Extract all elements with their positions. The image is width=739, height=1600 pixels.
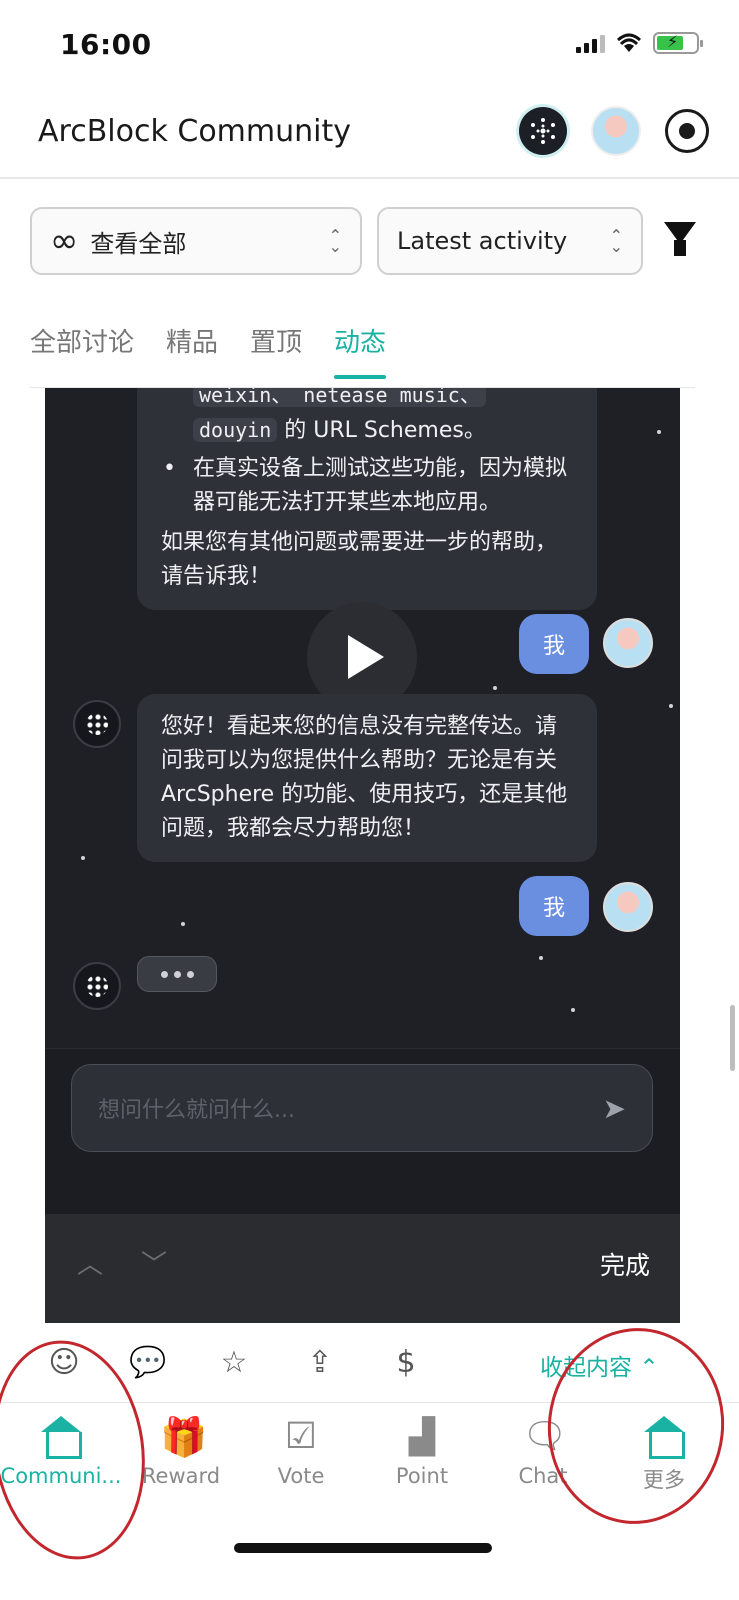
dollar-icon[interactable]: $: [388, 1344, 424, 1380]
infinity-icon: ∞: [50, 221, 79, 261]
header-actions: [519, 106, 709, 156]
chevron-up-icon[interactable]: ︿: [77, 1244, 103, 1281]
filter-icon-stem: [674, 240, 686, 256]
user-message-bubble: 我: [519, 876, 589, 936]
share-icon[interactable]: ⇪: [302, 1344, 338, 1380]
record-button[interactable]: [665, 109, 709, 153]
signal-icon: [576, 33, 605, 53]
nav-label: Point: [395, 1464, 449, 1488]
nav-item-vote[interactable]: ☑ Vote: [240, 1410, 362, 1488]
typing-indicator: [137, 956, 217, 992]
ai-message-bubble: 您好！看起来您的信息没有完整传达。请问我可以为您提供什么帮助？无论是有关 Arc…: [137, 694, 597, 862]
message-text: 的 URL Schemes。: [277, 418, 486, 443]
scope-select-label: 查看全部: [90, 229, 187, 258]
tab-activity[interactable]: 动态: [334, 322, 387, 379]
nav-item-point[interactable]: ▟ Point: [361, 1410, 483, 1488]
message-text: 如果您有其他问题或需要进一步的帮助，请告诉我！: [161, 530, 558, 589]
bullet-item: 在真实设备上测试这些功能，因为模拟器可能无法打开某些本地应用。: [161, 452, 573, 520]
message-line: douyin 的 URL Schemes。: [161, 413, 573, 448]
user-avatar: [603, 618, 653, 668]
nav-label: Vote: [277, 1464, 325, 1488]
user-avatar[interactable]: [591, 106, 641, 156]
chat-input-placeholder: 想问什么就问什么...: [98, 1098, 295, 1123]
header-divider: [0, 177, 739, 179]
user-avatar: [603, 882, 653, 932]
ai-message-bubble: weixin、 netease music、 douyin 的 URL Sche…: [137, 388, 597, 610]
bot-avatar: [73, 962, 121, 1010]
sort-select[interactable]: Latest activity ⌃ ⌄: [377, 207, 643, 275]
star-icon[interactable]: ☆: [216, 1344, 252, 1380]
status-time: 16:00: [60, 28, 152, 61]
vote-icon: ☑: [284, 1416, 318, 1457]
home-indicator: [234, 1543, 492, 1553]
podium-icon: ▟: [408, 1417, 436, 1457]
user-message-bubble: 我: [519, 614, 589, 674]
arcblock-logo-icon[interactable]: [519, 107, 567, 155]
scope-select[interactable]: ∞ 查看全部 ⌃ ⌄: [30, 207, 362, 275]
status-icons: ⚡: [576, 32, 703, 54]
scrollbar[interactable]: [730, 1005, 735, 1071]
tab-pinned[interactable]: 置顶: [250, 322, 302, 379]
chat-input-area: 想问什么就问什么... ➤: [45, 1048, 680, 1216]
nav-label: Reward: [141, 1464, 221, 1488]
sort-chevrons-icon: ⌃ ⌄: [609, 226, 623, 256]
comment-icon[interactable]: 💬: [129, 1344, 166, 1380]
send-icon[interactable]: ➤: [603, 1092, 626, 1125]
code-snippet: douyin: [193, 418, 278, 442]
tab-featured[interactable]: 精品: [166, 322, 218, 379]
sort-select-label: Latest activity: [397, 227, 568, 255]
gift-icon: 🎁: [160, 1415, 208, 1459]
embedded-chat: weixin、 netease music、 douyin 的 URL Sche…: [45, 388, 680, 1323]
wifi-icon: [616, 33, 642, 52]
tab-all-discussions[interactable]: 全部讨论: [30, 322, 134, 379]
chat-input[interactable]: 想问什么就问什么... ➤: [71, 1064, 653, 1152]
message-line: weixin、 netease music、: [161, 388, 573, 413]
battery-icon: ⚡: [653, 32, 703, 54]
chevron-down-icon[interactable]: ﹀: [141, 1244, 167, 1281]
tab-bar: 全部讨论 精品 置顶 动态: [30, 322, 387, 379]
app-title: ArcBlock Community: [38, 114, 351, 149]
done-button[interactable]: 完成: [600, 1246, 650, 1282]
code-snippet: weixin、 netease music、: [193, 388, 486, 407]
sort-chevrons-icon: ⌃ ⌄: [328, 226, 342, 256]
bot-avatar: [73, 700, 121, 748]
keyboard-toolbar: ︿ ﹀ 完成: [45, 1214, 680, 1323]
